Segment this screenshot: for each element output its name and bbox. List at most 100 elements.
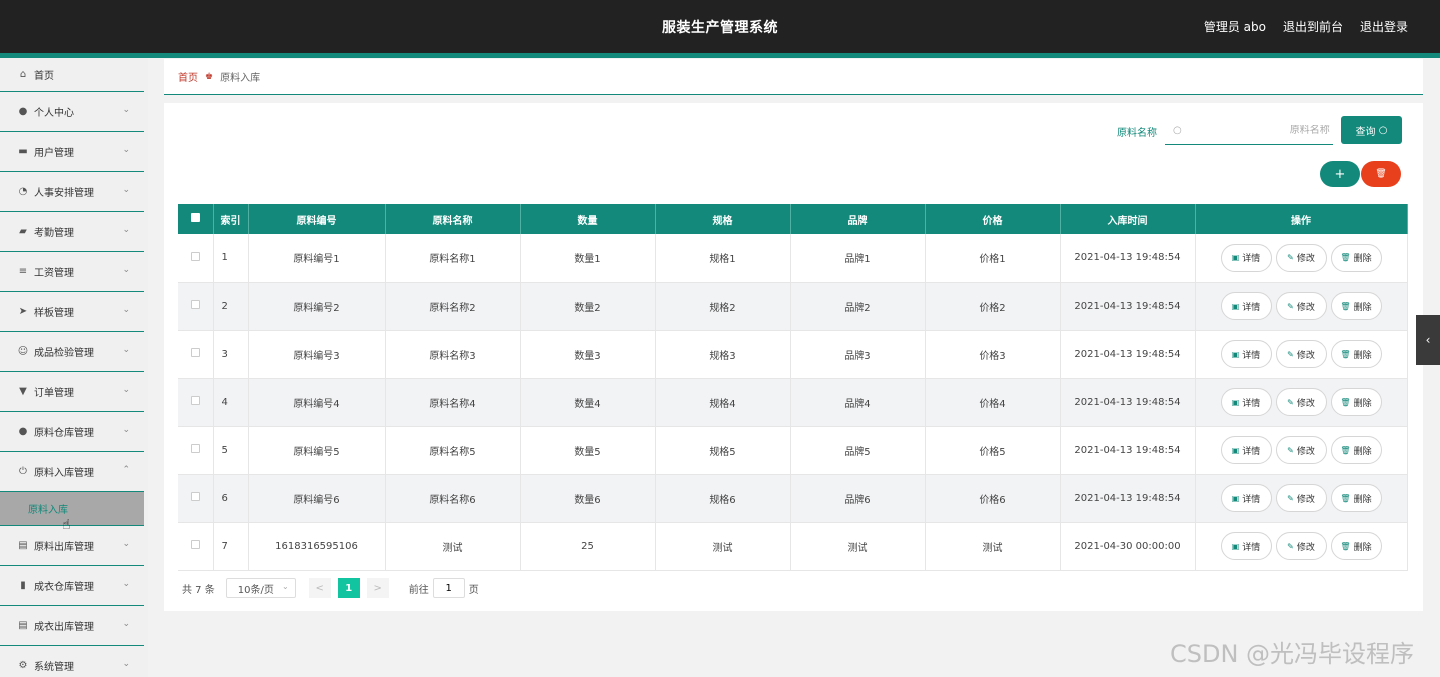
delete-button[interactable]: 🗑 删除	[1330, 484, 1382, 512]
detail-button[interactable]: ▣ 详情	[1220, 292, 1272, 320]
detail-icon: ▣	[1231, 349, 1240, 359]
detail-button[interactable]: ▣ 详情	[1220, 436, 1272, 464]
page-size-select[interactable]: 10条/页 ⌄	[225, 578, 296, 598]
edit-button[interactable]: ✎ 修改	[1275, 243, 1327, 272]
sidebar-item[interactable]: ➤ 样板管理 ⌄	[0, 292, 144, 332]
delete-button[interactable]: 🗑 删除	[1330, 340, 1382, 368]
sidebar-item[interactable]: ▰ 考勤管理 ⌄	[0, 212, 144, 252]
add-button[interactable]: +	[1320, 161, 1360, 187]
detail-icon: ▣	[1231, 541, 1240, 551]
sidebar-item[interactable]: ▮ 成衣仓库管理 ⌄	[0, 566, 144, 606]
row-checkbox[interactable]	[190, 348, 200, 357]
edit-button-label: 修改	[1296, 494, 1315, 505]
logout-link[interactable]: 退出登录	[1360, 18, 1408, 35]
chevron-down-icon: ⌄	[122, 385, 130, 395]
detail-button[interactable]: ▣ 详情	[1220, 484, 1272, 512]
trash-icon: 🗑	[1340, 253, 1351, 263]
table-cell: 2021-04-13 19:48:54	[1060, 234, 1196, 283]
sidebar-item-label: 成衣出库管理	[34, 622, 94, 633]
table-cell: 2021-04-13 19:48:54	[1060, 282, 1196, 331]
sidebar-item[interactable]: ⌂ 首页	[0, 58, 144, 92]
edit-button-label: 修改	[1296, 446, 1315, 457]
table-cell: 价格1	[925, 234, 1061, 283]
detail-button[interactable]: ▣ 详情	[1220, 243, 1272, 272]
row-checkbox[interactable]	[190, 251, 200, 261]
collapse-panel-tab[interactable]: ‹	[1416, 315, 1440, 365]
breadcrumb-home[interactable]: 首页	[178, 69, 198, 84]
table-cell: 原料名称1	[385, 234, 521, 283]
edit-button-label: 修改	[1296, 254, 1315, 265]
query-button[interactable]: 查询 ○	[1341, 116, 1402, 144]
row-checkbox[interactable]	[190, 540, 200, 549]
edit-button[interactable]: ✎ 修改	[1275, 340, 1327, 368]
sidebar-item-label: 订单管理	[34, 388, 74, 399]
table-body: 1 原料编号1 原料名称1 数量1 规格1 品牌1 价格1 2021-04-13 19:48:…	[178, 234, 1408, 571]
sidebar-item-label: 成品检验管理	[34, 348, 94, 359]
to-front-link[interactable]: 退出到前台	[1283, 18, 1343, 35]
table-header-row: 索引 原料编号 原料名称 数量 规格 品牌 价格 入库时间 操作	[178, 204, 1408, 234]
top-bar: 服装生产管理系统 管理员 abo 退出到前台 退出登录	[0, 0, 1440, 53]
row-checkbox[interactable]	[190, 492, 200, 501]
table-cell: 规格4	[655, 378, 791, 427]
table-cell: 原料编号6	[248, 474, 386, 523]
sidebar-item[interactable]: ● 个人中心 ⌄	[0, 92, 144, 132]
sidebar-subitem-active[interactable]: 原料入库	[0, 492, 144, 526]
delete-button[interactable]: 🗑 删除	[1330, 388, 1382, 416]
table-cell: 品牌1	[790, 234, 926, 283]
delete-button[interactable]: 🗑 删除	[1330, 243, 1382, 272]
table-cell: 规格3	[655, 330, 791, 379]
table-cell: 价格3	[925, 330, 1061, 379]
edit-button[interactable]: ✎ 修改	[1275, 484, 1327, 512]
edit-button[interactable]: ✎ 修改	[1275, 436, 1327, 464]
sidebar-item[interactable]: ◔ 人事安排管理 ⌄	[0, 172, 144, 212]
edit-button[interactable]: ✎ 修改	[1275, 292, 1327, 320]
sidebar-item[interactable]: ☺ 成品检验管理 ⌄	[0, 332, 144, 372]
sidebar-item[interactable]: ● 原料仓库管理 ⌄	[0, 412, 144, 452]
sidebar-item[interactable]: ▼ 订单管理 ⌄	[0, 372, 144, 412]
sidebar-item[interactable]: ▤ 成衣出库管理 ⌄	[0, 606, 144, 646]
select-all-checkbox[interactable]	[190, 213, 200, 222]
delete-button[interactable]: 🗑 删除	[1330, 436, 1382, 464]
home-icon: ⌂	[19, 69, 27, 80]
row-checkbox[interactable]	[190, 396, 200, 405]
goto-page-input[interactable]	[432, 578, 465, 598]
clipboard-icon: ▤	[18, 540, 28, 551]
search-input[interactable]	[1189, 125, 1330, 136]
table-row: 2 原料编号2 原料名称2 数量2 规格2 品牌2 价格2 2021-04-13 19:48:…	[178, 282, 1408, 331]
detail-button[interactable]: ▣ 详情	[1220, 340, 1272, 368]
row-checkbox[interactable]	[190, 300, 200, 309]
sidebar-item[interactable]: ⚙ 系统管理 ⌄	[0, 646, 144, 677]
delete-button[interactable]: 🗑 删除	[1330, 532, 1382, 560]
batch-delete-button[interactable]: 🗑	[1361, 161, 1401, 187]
row-select-cell	[178, 474, 214, 523]
sidebar-item-label: 原料仓库管理	[34, 428, 94, 439]
table-row: 1 原料编号1 原料名称1 数量1 规格1 品牌1 价格1 2021-04-13 19:48:…	[178, 234, 1408, 283]
detail-button[interactable]: ▣ 详情	[1220, 532, 1272, 560]
edit-button[interactable]: ✎ 修改	[1275, 388, 1327, 416]
sidebar-item[interactable]: ▤ 原料出库管理 ⌄	[0, 526, 144, 566]
table-cell: 测试	[385, 522, 521, 571]
sidebar-item[interactable]: ▬ 用户管理 ⌄	[0, 132, 144, 172]
comment-icon: ▰	[19, 226, 27, 237]
current-user[interactable]: 管理员 abo	[1204, 18, 1266, 35]
row-select-cell	[178, 426, 214, 475]
page-unit-label: 页	[468, 584, 479, 596]
pagination-total: 共 7 条	[182, 584, 215, 596]
row-checkbox[interactable]	[190, 444, 200, 453]
sidebar-item[interactable]: ⏻ 原料入库管理 ⌃	[0, 452, 144, 492]
next-page-button[interactable]: >	[366, 578, 389, 598]
sidebar-item-label: 原料入库管理	[34, 468, 94, 479]
table-cell: 数量1	[520, 234, 656, 283]
prev-page-button[interactable]: <	[308, 578, 331, 598]
sidebar-item-label: 考勤管理	[34, 228, 74, 239]
detail-button[interactable]: ▣ 详情	[1220, 388, 1272, 416]
table-cell: 原料名称6	[385, 474, 521, 523]
sidebar-item[interactable]: ≡ 工资管理 ⌄	[0, 252, 144, 292]
detail-icon: ▣	[1231, 397, 1240, 407]
edit-button[interactable]: ✎ 修改	[1275, 532, 1327, 560]
search-field: ○	[1165, 117, 1333, 145]
page-number-current[interactable]: 1	[337, 578, 360, 598]
column-header: 规格	[655, 204, 791, 234]
delete-button[interactable]: 🗑 删除	[1330, 292, 1382, 320]
delete-button-label: 删除	[1353, 398, 1372, 409]
